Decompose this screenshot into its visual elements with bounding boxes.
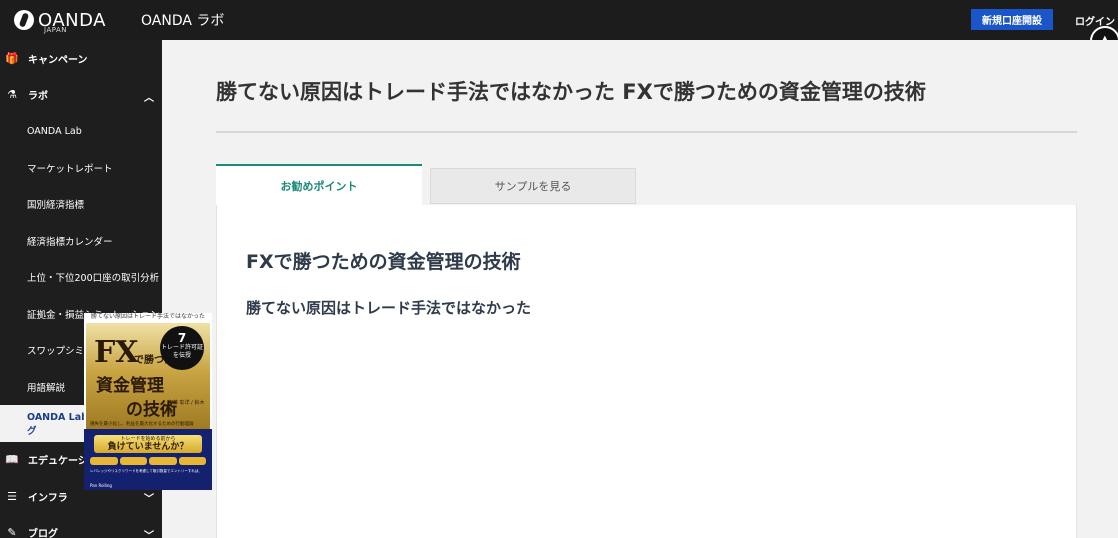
book-blue-area: トレードを始める前から 負けていませんか？ レバレッジやリスクリワードを考慮して…: [84, 429, 212, 490]
sidebar-item-label: マーケットレポート: [27, 163, 113, 175]
chevron-up-icon: ︿: [144, 92, 154, 104]
book-badge-text: トレード許可証を伝授: [160, 344, 203, 359]
sidebar-item-label: インフラ: [28, 492, 68, 504]
sidebar-item-oanda-lab[interactable]: OANDA Lab: [0, 113, 162, 150]
book-icon: 📖: [5, 453, 19, 467]
sidebar-item-label: ラボ: [28, 91, 48, 103]
sidebar-item-market-report[interactable]: マーケットレポート: [0, 150, 162, 187]
book-badge: 7 トレード許可証を伝授: [160, 326, 204, 370]
book-banner-big: 負けていませんか？: [107, 442, 189, 452]
section-heading: FXで勝つための資金管理の技術: [246, 251, 521, 273]
sidebar-item-label: 国別経済指標: [27, 200, 85, 212]
pencil-icon: ✎: [7, 526, 17, 538]
server-icon: ☰: [7, 489, 17, 503]
gift-icon: 🎁: [5, 51, 19, 65]
book-title-line1: 資金管理: [96, 376, 164, 396]
tab-panel: FXで勝つための資金管理の技術 勝てない原因はトレード手法ではなかった: [216, 205, 1077, 538]
oanda-logo[interactable]: OANDA JAPAN: [14, 0, 124, 40]
sidebar-item-label: 用語解説: [27, 382, 66, 394]
book-banner: トレードを始める前から 負けていませんか？: [94, 435, 202, 453]
book-pills: [90, 457, 206, 465]
title-divider: [216, 131, 1077, 133]
book-fx: FX: [94, 335, 139, 370]
sidebar-item-label: キャンペーン: [28, 54, 88, 66]
main-content: 勝てない原因はトレード手法ではなかった FXで勝つための資金管理の技術 お勧めポ…: [162, 40, 1118, 538]
book-authors: 伊藤 彰洋 / 鈴木 健: [168, 400, 205, 415]
sidebar-item-label: OANDA Lab: [27, 125, 82, 137]
sidebar-item-campaign[interactable]: 🎁 キャンペーン: [0, 40, 162, 77]
top-header: OANDA JAPAN OANDA ラボ 新規口座開設 ログイン: [0, 0, 1118, 40]
book-cover-image: 勝てない原因はトレード手法ではなかった FX で勝つための 資金管理 の技術 7…: [84, 313, 212, 490]
sidebar-item-lab[interactable]: ⚗ ラボ ︿: [0, 77, 162, 114]
oanda-logo-icon: [14, 10, 34, 30]
book-body-text: レバレッジやリスクリワードを考慮して取引数量でエントリーすれば、: [90, 469, 202, 473]
book-gold-area: FX で勝つための 資金管理 の技術 7 トレード許可証を伝授 伊藤 彰洋 / …: [86, 323, 210, 429]
logo-sub: JAPAN: [44, 26, 68, 34]
sidebar-item-label: 経済指標カレンダー: [27, 236, 113, 248]
tab-recommend-points[interactable]: お勧めポイント: [216, 164, 422, 205]
chevron-down-icon: ﹀: [144, 494, 154, 505]
site-name[interactable]: OANDA ラボ: [141, 10, 224, 30]
flask-icon: ⚗: [7, 88, 17, 102]
sidebar-item-blog[interactable]: ✎ ブログ ﹀: [0, 515, 162, 538]
open-account-button[interactable]: 新規口座開設: [971, 9, 1053, 30]
book-publisher: Pan Rolling: [90, 483, 112, 488]
page-title: 勝てない原因はトレード手法ではなかった FXで勝つための資金管理の技術: [216, 80, 926, 104]
section-subheading: 勝てない原因はトレード手法ではなかった: [246, 299, 532, 317]
tab-sample[interactable]: サンプルを見る: [430, 168, 636, 204]
book-top-text: 勝てない原因はトレード手法ではなかった: [90, 313, 205, 320]
sidebar-item-top-bottom-200[interactable]: 上位・下位200口座の取引分析: [0, 259, 162, 296]
book-badge-num: 7: [177, 331, 187, 345]
book-tagline: 損失を最小化し、利益を最大化するための行動理論: [90, 422, 194, 427]
chevron-down-icon: ﹀: [144, 530, 154, 538]
sidebar-item-label: ブログ: [28, 529, 58, 538]
sidebar-item-label: 上位・下位200口座の取引分析: [27, 273, 160, 285]
sidebar-item-country-indicators[interactable]: 国別経済指標: [0, 186, 162, 223]
sidebar-item-economic-calendar[interactable]: 経済指標カレンダー: [0, 223, 162, 260]
